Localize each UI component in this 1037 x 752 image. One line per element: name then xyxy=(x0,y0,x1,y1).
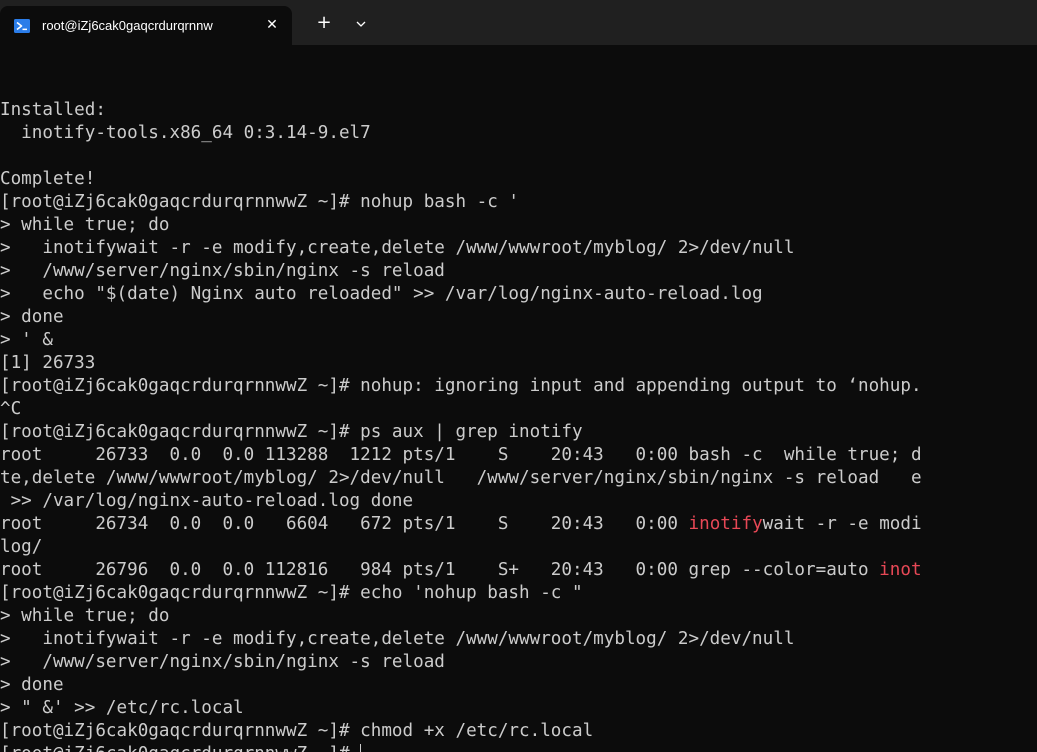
line-text: [root@iZj6cak0gaqcrdurqrnnwwZ ~]# nohup:… xyxy=(0,376,922,396)
terminal-tab[interactable]: root@iZj6cak0gaqcrdurqrnnw ✕ xyxy=(0,6,292,45)
terminal-line: inotify-tools.x86_64 0:3.14-9.el7 xyxy=(0,122,1037,145)
grep-match-highlight: inotify xyxy=(688,514,763,534)
line-text: [root@iZj6cak0gaqcrdurqrnnwwZ ~]# ps aux… xyxy=(0,422,583,442)
line-text: > while true; do xyxy=(0,606,170,626)
chevron-down-icon[interactable] xyxy=(352,15,370,33)
terminal-line: Installed: xyxy=(0,99,1037,122)
line-text: > inotifywait -r -e modify,create,delete… xyxy=(0,238,795,258)
line-text: [root@iZj6cak0gaqcrdurqrnnwwZ ~]# xyxy=(0,744,360,752)
terminal-line: [root@iZj6cak0gaqcrdurqrnnwwZ ~]# chmod … xyxy=(0,720,1037,743)
line-text: > /www/server/nginx/sbin/nginx -s reload xyxy=(0,261,445,281)
terminal-line: [1] 26733 xyxy=(0,352,1037,375)
line-text: > " &' >> /etc/rc.local xyxy=(0,698,244,718)
line-text: [root@iZj6cak0gaqcrdurqrnnwwZ ~]# nohup … xyxy=(0,192,520,212)
line-text: Complete! xyxy=(0,169,96,189)
line-text: [1] 26733 xyxy=(0,353,96,373)
terminal-line: > echo "$(date) Nginx auto reloaded" >> … xyxy=(0,283,1037,306)
terminal-line: [root@iZj6cak0gaqcrdurqrnnwwZ ~]# nohup:… xyxy=(0,375,1037,398)
terminal-line: [root@iZj6cak0gaqcrdurqrnnwwZ ~]# xyxy=(0,743,1037,752)
terminal-line: root 26796 0.0 0.0 112816 984 pts/1 S+ 2… xyxy=(0,559,1037,582)
terminal-line: log/ xyxy=(0,536,1037,559)
line-text: > while true; do xyxy=(0,215,170,235)
line-text: Installed: xyxy=(0,100,106,120)
line-text: > done xyxy=(0,307,64,327)
output-text: root 26796 0.0 0.0 112816 984 pts/1 S+ 2… xyxy=(0,560,880,580)
line-text: root 26733 0.0 0.0 113288 1212 pts/1 S 2… xyxy=(0,445,922,465)
terminal-line: [root@iZj6cak0gaqcrdurqrnnwwZ ~]# ps aux… xyxy=(0,421,1037,444)
terminal-output[interactable]: Installed: inotify-tools.x86_64 0:3.14-9… xyxy=(0,76,1037,752)
powershell-icon xyxy=(14,19,30,33)
terminal-line: root 26734 0.0 0.0 6604 672 pts/1 S 20:4… xyxy=(0,513,1037,536)
terminal-line: > while true; do xyxy=(0,605,1037,628)
terminal-line: > while true; do xyxy=(0,214,1037,237)
terminal-line: root 26733 0.0 0.0 113288 1212 pts/1 S 2… xyxy=(0,444,1037,467)
line-text: te,delete /www/wwwroot/myblog/ 2>/dev/nu… xyxy=(0,468,922,488)
terminal-line: te,delete /www/wwwroot/myblog/ 2>/dev/nu… xyxy=(0,467,1037,490)
terminal-window: root@iZj6cak0gaqcrdurqrnnw ✕ + Installed… xyxy=(0,0,1037,752)
terminal-line: Complete! xyxy=(0,168,1037,191)
line-text: [root@iZj6cak0gaqcrdurqrnnwwZ ~]# chmod … xyxy=(0,721,594,741)
tab-bar: root@iZj6cak0gaqcrdurqrnnw ✕ + xyxy=(0,0,1037,45)
line-text: > inotifywait -r -e modify,create,delete… xyxy=(0,629,795,649)
tab-title: root@iZj6cak0gaqcrdurqrnnw xyxy=(42,18,213,33)
terminal-line: >> /var/log/nginx-auto-reload.log done xyxy=(0,490,1037,513)
terminal-line: > ' & xyxy=(0,329,1037,352)
terminal-line: ^C xyxy=(0,398,1037,421)
grep-match-highlight: inot xyxy=(879,560,922,580)
terminal-line: > done xyxy=(0,674,1037,697)
terminal-line: [root@iZj6cak0gaqcrdurqrnnwwZ ~]# nohup … xyxy=(0,191,1037,214)
line-text: > done xyxy=(0,675,64,695)
line-text: ^C xyxy=(0,399,22,419)
output-text: root 26734 0.0 0.0 6604 672 pts/1 S 20:4… xyxy=(0,514,689,534)
new-tab-button[interactable]: + xyxy=(313,13,335,33)
text-cursor xyxy=(360,744,362,752)
line-text: [root@iZj6cak0gaqcrdurqrnnwwZ ~]# echo '… xyxy=(0,583,583,603)
terminal-line: > /www/server/nginx/sbin/nginx -s reload xyxy=(0,260,1037,283)
terminal-line: > inotifywait -r -e modify,create,delete… xyxy=(0,628,1037,651)
line-text: inotify-tools.x86_64 0:3.14-9.el7 xyxy=(0,123,371,143)
close-tab-icon[interactable]: ✕ xyxy=(262,15,282,35)
line-text: >> /var/log/nginx-auto-reload.log done xyxy=(0,491,414,511)
line-text: log/ xyxy=(0,537,43,557)
terminal-line: > inotifywait -r -e modify,create,delete… xyxy=(0,237,1037,260)
terminal-line: > done xyxy=(0,306,1037,329)
terminal-line: [root@iZj6cak0gaqcrdurqrnnwwZ ~]# echo '… xyxy=(0,582,1037,605)
terminal-line: > " &' >> /etc/rc.local xyxy=(0,697,1037,720)
line-text: > ' & xyxy=(0,330,53,350)
terminal-line: > /www/server/nginx/sbin/nginx -s reload xyxy=(0,651,1037,674)
line-text: > /www/server/nginx/sbin/nginx -s reload xyxy=(0,652,445,672)
line-text: > echo "$(date) Nginx auto reloaded" >> … xyxy=(0,284,763,304)
output-text: wait -r -e modi xyxy=(762,514,922,534)
